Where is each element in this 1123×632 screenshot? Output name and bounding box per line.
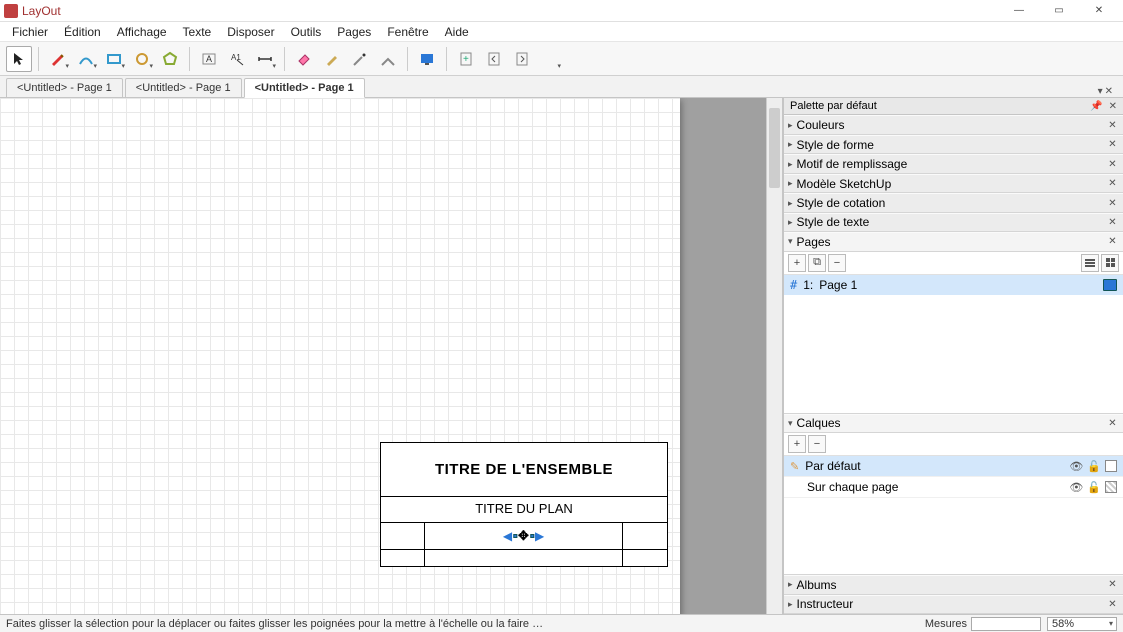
- vertical-scrollbar[interactable]: [766, 98, 782, 614]
- menu-disposer[interactable]: Disposer: [219, 23, 282, 41]
- style-tool[interactable]: [319, 46, 345, 72]
- add-layer-button[interactable]: +: [788, 435, 806, 453]
- layer-swatch[interactable]: [1105, 481, 1117, 493]
- grid-view-icon[interactable]: [1101, 254, 1119, 272]
- menu-fichier[interactable]: Fichier: [4, 23, 56, 41]
- section-calques[interactable]: ▾Calques✕: [784, 414, 1123, 433]
- next-page-tool[interactable]: [509, 46, 535, 72]
- title-bar: LayOut — ▭ ✕: [0, 0, 1123, 22]
- layer-lock-icon[interactable]: 🔓: [1087, 460, 1101, 473]
- status-hint: Faites glisser la sélection pour la dépl…: [6, 618, 543, 630]
- split-tool[interactable]: [347, 46, 373, 72]
- remove-layer-button[interactable]: −: [808, 435, 826, 453]
- arc-tool[interactable]: [73, 46, 99, 72]
- selected-cell[interactable]: ◀✥▶: [425, 523, 623, 549]
- add-page-button[interactable]: +: [788, 254, 806, 272]
- section-instructeur[interactable]: ▸Instructeur✕: [784, 595, 1123, 614]
- layer-visible-icon[interactable]: 👁: [1069, 460, 1083, 473]
- section-motif[interactable]: ▸Motif de remplissage✕: [784, 154, 1123, 173]
- toolbar-overflow[interactable]: [537, 46, 563, 72]
- dimension-tool[interactable]: [252, 46, 278, 72]
- page-paper[interactable]: TITRE DE L'ENSEMBLE TITRE DU PLAN ◀✥▶: [0, 98, 680, 614]
- layer-each-page[interactable]: Sur chaque page 👁 🔓: [784, 477, 1123, 498]
- page-name: Page 1: [819, 278, 857, 292]
- label-tool[interactable]: A1: [224, 46, 250, 72]
- tab-doc-2[interactable]: <Untitled> - Page 1: [125, 78, 242, 98]
- page-list-item[interactable]: # 1: Page 1: [784, 275, 1123, 295]
- pencil-icon: ✎: [790, 460, 799, 473]
- join-tool[interactable]: [375, 46, 401, 72]
- menu-aide[interactable]: Aide: [437, 23, 477, 41]
- zoom-dropdown[interactable]: 58%: [1047, 617, 1117, 631]
- layer-lock-icon[interactable]: 🔓: [1087, 481, 1101, 494]
- section-pages[interactable]: ▾Pages✕: [784, 232, 1123, 251]
- toolbar: A A1 +: [0, 42, 1123, 76]
- maximize-button[interactable]: ▭: [1039, 0, 1079, 22]
- side-panel: Palette par défaut 📌 ✕ ▸Couleurs✕ ▸Style…: [783, 98, 1123, 614]
- tab-doc-1[interactable]: <Untitled> - Page 1: [6, 78, 123, 98]
- layers-panel: + − ✎ Par défaut 👁 🔓 Sur chaque page 👁 🔓: [784, 433, 1123, 575]
- tab-doc-3[interactable]: <Untitled> - Page 1: [244, 78, 365, 98]
- tab-menu-icon[interactable]: ▾: [1098, 86, 1103, 97]
- section-couleurs[interactable]: ▸Couleurs✕: [784, 115, 1123, 134]
- measures-input[interactable]: [971, 617, 1041, 631]
- section-cotation[interactable]: ▸Style de cotation✕: [784, 193, 1123, 212]
- polygon-tool[interactable]: [157, 46, 183, 72]
- section-style-forme[interactable]: ▸Style de forme✕: [784, 135, 1123, 154]
- pages-panel: + ⧉ − # 1: Page 1: [784, 252, 1123, 414]
- titleblock-row-3: ◀✥▶: [381, 523, 667, 550]
- page-hash-icon: #: [790, 278, 797, 292]
- prev-page-tool[interactable]: [481, 46, 507, 72]
- canvas-area[interactable]: TITRE DE L'ENSEMBLE TITRE DU PLAN ◀✥▶: [0, 98, 783, 614]
- titleblock-main[interactable]: TITRE DE L'ENSEMBLE: [381, 443, 667, 497]
- menu-outils[interactable]: Outils: [283, 23, 330, 41]
- circle-tool[interactable]: [129, 46, 155, 72]
- menu-texte[interactable]: Texte: [175, 23, 220, 41]
- close-window-button[interactable]: ✕: [1079, 0, 1119, 22]
- app-icon: [4, 4, 18, 18]
- minimize-button[interactable]: —: [999, 0, 1039, 22]
- layer-swatch[interactable]: [1105, 460, 1117, 472]
- menu-affichage[interactable]: Affichage: [109, 23, 175, 41]
- duplicate-page-button[interactable]: ⧉: [808, 254, 826, 272]
- menu-pages[interactable]: Pages: [329, 23, 379, 41]
- select-tool[interactable]: [6, 46, 32, 72]
- page-number: 1:: [803, 278, 813, 292]
- palette-close-icon[interactable]: ✕: [1109, 101, 1117, 112]
- eraser-tool[interactable]: [291, 46, 317, 72]
- remove-page-button[interactable]: −: [828, 254, 846, 272]
- tab-close-icon[interactable]: ✕: [1105, 86, 1113, 97]
- menu-fenetre[interactable]: Fenêtre: [379, 23, 436, 41]
- titleblock-row-4: [381, 550, 667, 566]
- svg-text:A1: A1: [231, 53, 241, 62]
- layer-visible-icon[interactable]: 👁: [1069, 481, 1083, 494]
- titleblock-sub[interactable]: TITRE DU PLAN: [381, 497, 667, 523]
- layer-default[interactable]: ✎ Par défaut 👁 🔓: [784, 456, 1123, 477]
- palette-header[interactable]: Palette par défaut 📌 ✕: [784, 98, 1123, 115]
- rectangle-tool[interactable]: [101, 46, 127, 72]
- menu-bar: Fichier Édition Affichage Texte Disposer…: [0, 22, 1123, 42]
- section-modele[interactable]: ▸Modèle SketchUp✕: [784, 174, 1123, 193]
- palette-pin-icon[interactable]: 📌: [1090, 101, 1102, 112]
- selection-handle[interactable]: ◀✥▶: [503, 528, 544, 544]
- app-title: LayOut: [22, 4, 61, 18]
- menu-edition[interactable]: Édition: [56, 23, 109, 41]
- add-page-tool[interactable]: +: [453, 46, 479, 72]
- pencil-tool[interactable]: [45, 46, 71, 72]
- section-albums[interactable]: ▸Albums✕: [784, 575, 1123, 594]
- text-tool[interactable]: A: [196, 46, 222, 72]
- svg-text:A: A: [206, 54, 212, 64]
- title-block[interactable]: TITRE DE L'ENSEMBLE TITRE DU PLAN ◀✥▶: [380, 442, 668, 567]
- present-tool[interactable]: [414, 46, 440, 72]
- measures-label: Mesures: [925, 618, 967, 630]
- document-tabs: <Untitled> - Page 1 <Untitled> - Page 1 …: [0, 76, 1123, 98]
- status-bar: Faites glisser la sélection pour la dépl…: [0, 614, 1123, 632]
- section-texte[interactable]: ▸Style de texte✕: [784, 213, 1123, 232]
- page-presentation-icon[interactable]: [1103, 279, 1117, 291]
- list-view-icon[interactable]: [1081, 254, 1099, 272]
- svg-text:+: +: [463, 54, 469, 65]
